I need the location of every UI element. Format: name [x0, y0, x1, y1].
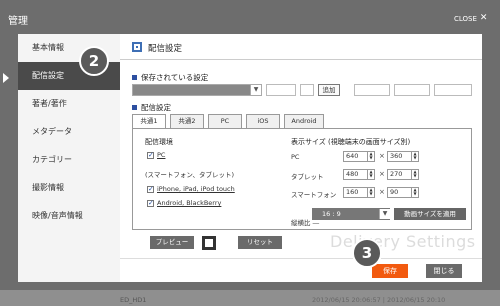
size-tablet-width: 480: [346, 170, 359, 178]
management-modal: 管理 CLOSE ✕ 基本情報 配信設定 著者/著作 メタデータ カテゴリー 撮…: [0, 0, 500, 290]
times-sign: ×: [379, 152, 385, 160]
tab-common2[interactable]: 共通2: [170, 114, 204, 128]
spinner-icon[interactable]: ▲ ▼: [411, 170, 418, 179]
close-label: CLOSE: [454, 14, 477, 23]
env-ios-label: iPhone, iPad, iPod touch: [157, 185, 235, 193]
chevron-down-icon: ▼: [379, 209, 390, 219]
modal-title: 管理: [8, 16, 28, 27]
step-badge-3: 3: [352, 238, 382, 268]
saved-setting-slot-3[interactable]: [354, 84, 390, 96]
spinner-icon[interactable]: ▲ ▼: [367, 152, 374, 161]
tab-ios[interactable]: iOS: [246, 114, 280, 128]
times-sign: ×: [379, 188, 385, 196]
size-smartphone-width-input[interactable]: 160 ▲ ▼: [343, 187, 375, 198]
env-note: (スマートフォン、タブレット): [145, 171, 234, 179]
env-pc-checkbox[interactable]: PC: [147, 151, 165, 159]
save-button[interactable]: 保存: [372, 264, 408, 278]
aspect-ratio-select[interactable]: 16 : 9 ▼: [312, 208, 390, 220]
spinner-icon[interactable]: ▲ ▼: [367, 170, 374, 179]
saved-settings-label: 保存されている設定: [141, 73, 209, 82]
color-picker-button[interactable]: [202, 236, 216, 250]
content-header: 配信設定: [120, 34, 482, 60]
background-row-label: ED_HD1: [120, 296, 147, 304]
size-pc-height: 360: [390, 152, 403, 160]
size-smartphone-label: スマートフォン: [291, 191, 337, 199]
step-badge-2: 2: [79, 46, 109, 76]
modal-close-button[interactable]: CLOSE ✕: [454, 14, 487, 23]
env-pc-label: PC: [157, 151, 166, 159]
saved-setting-slot-2[interactable]: [300, 84, 314, 96]
size-pc-width: 640: [346, 152, 359, 160]
tab-common1[interactable]: 共通1: [132, 114, 166, 129]
tab-android[interactable]: Android: [284, 114, 324, 128]
sidebar-item-shooting-info[interactable]: 撮影情報: [18, 174, 120, 202]
env-android-label: Android, BlackBerry: [157, 199, 222, 207]
sidebar-item-metadata[interactable]: メタデータ: [18, 118, 120, 146]
size-pc-height-input[interactable]: 360 ▲ ▼: [387, 151, 419, 162]
size-smartphone-height-input[interactable]: 90 ▲ ▼: [387, 187, 419, 198]
size-tablet-label: タブレット: [291, 173, 324, 181]
size-pc-width-input[interactable]: 640 ▲ ▼: [343, 151, 375, 162]
size-tablet-height: 270: [390, 170, 403, 178]
preview-button[interactable]: プレビュー: [150, 236, 194, 249]
env-ios-checkbox[interactable]: iPhone, iPad, iPod touch: [147, 185, 235, 193]
size-title: 表示サイズ (視聴端末の画面サイズ別): [291, 138, 411, 146]
saved-settings-select[interactable]: ▼: [132, 84, 262, 96]
active-pointer-icon: [3, 73, 9, 83]
delivery-settings-heading: 配信設定: [132, 102, 171, 113]
times-sign: ×: [379, 170, 385, 178]
settings-square-icon: [132, 42, 142, 52]
saved-setting-slot-1[interactable]: [266, 84, 296, 96]
spinner-icon[interactable]: ▲ ▼: [411, 188, 418, 197]
spinner-icon[interactable]: ▲ ▼: [411, 152, 418, 161]
section-square-icon: [132, 105, 137, 110]
chevron-down-icon: ▼: [250, 85, 261, 95]
footer-divider: [120, 258, 482, 259]
sidebar-item-av-info[interactable]: 映像/音声情報: [18, 202, 120, 230]
section-square-icon: [132, 75, 137, 80]
size-smartphone-width: 160: [346, 188, 359, 196]
content-panel: 配信設定 保存されている設定 ▼ 追加 配信設定 共通1 共通2 PC iOS …: [120, 34, 482, 282]
add-setting-button[interactable]: 追加: [318, 84, 340, 96]
size-tablet-width-input[interactable]: 480 ▲ ▼: [343, 169, 375, 180]
aspect-ratio-value: 16 : 9: [322, 210, 341, 218]
size-tablet-height-input[interactable]: 270 ▲ ▼: [387, 169, 419, 180]
checkbox-checked-icon: [147, 151, 154, 159]
size-pc-label: PC: [291, 153, 300, 161]
spinner-icon[interactable]: ▲ ▼: [367, 188, 374, 197]
saved-setting-slot-5[interactable]: [434, 84, 472, 96]
background-row-dates: 2012/06/15 20:06:57 | 2012/06/15 20:10: [312, 296, 446, 304]
saved-setting-slot-4[interactable]: [394, 84, 430, 96]
apply-video-size-button[interactable]: 動画サイズを適用: [394, 208, 466, 220]
delivery-settings-label: 配信設定: [141, 103, 171, 112]
env-android-checkbox[interactable]: Android, BlackBerry: [147, 199, 221, 207]
sidebar-item-author[interactable]: 著者/著作: [18, 90, 120, 118]
size-smartphone-height: 90: [390, 188, 399, 196]
tab-pc[interactable]: PC: [208, 114, 242, 128]
checkbox-checked-icon: [147, 199, 154, 207]
close-icon: ✕: [479, 13, 488, 23]
sidebar-item-category[interactable]: カテゴリー: [18, 146, 120, 174]
checkbox-checked-icon: [147, 185, 154, 193]
page-title: 配信設定: [148, 44, 183, 54]
saved-settings-heading: 保存されている設定: [132, 72, 208, 83]
env-title: 配信環境: [145, 138, 173, 146]
reset-button[interactable]: リセット: [238, 236, 282, 249]
close-button[interactable]: 閉じる: [426, 264, 462, 278]
